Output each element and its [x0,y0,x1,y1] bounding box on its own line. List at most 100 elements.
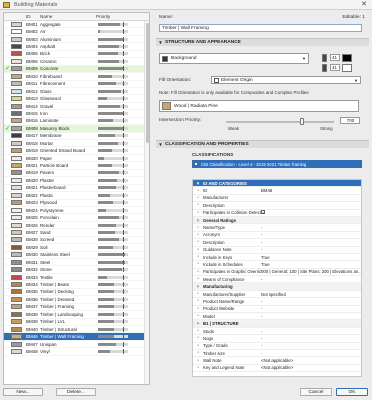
new-button[interactable]: New... [3,388,43,396]
material-row[interactable]: ✓ BM46 Timber | Wall Framing [4,333,149,341]
property-row[interactable]: ⚬ Wall Note <Not applicable> [193,357,361,365]
material-row[interactable]: BM26 Render [4,222,149,230]
material-row[interactable]: BM48 Vinyl [4,348,149,356]
material-row[interactable]: BM20 Plaster [4,177,149,185]
background-fill-dropdown[interactable]: Background ▼ [159,53,309,64]
property-row[interactable]: ⚬ Participates in Graphic Overrid... 000 |… [193,269,361,277]
fill-pen-value-2[interactable]: 41 [330,64,340,71]
property-row[interactable]: ⚬ Manufacturer [193,195,361,203]
material-row[interactable]: BM39 Timber | LVL [4,319,149,326]
property-row[interactable]: ⚬ Description [193,202,361,210]
material-row[interactable]: ✓ BM08 Masonry Block [4,125,149,133]
property-row[interactable]: ⚬ Nogs - [193,335,361,343]
classification-section-header[interactable]: ▼ CLASSIFICATION AND PROPERTIES [156,140,369,148]
material-row[interactable]: BM19 Pavers [4,170,149,178]
property-row[interactable]: ⚬ ID BM46 [193,187,361,195]
material-row[interactable]: BM14 Gravel [4,103,149,111]
material-row[interactable]: BM32 Stone [4,266,149,274]
close-icon[interactable]: ✕ [358,1,370,9]
priority-value-field[interactable]: 700 [340,117,360,124]
property-row[interactable]: ⚬ Product Website - [193,306,361,314]
material-row[interactable]: BM10 Fibreboard [4,73,149,81]
property-row[interactable]: ⚬ Product Name/Range - [193,298,361,306]
structure-section-header[interactable]: ▼ STRUCTURE AND APPEARANCE [156,38,369,46]
list-scrollbar[interactable] [144,21,149,384]
material-row[interactable]: BM30 Stainless Steel [4,252,149,259]
material-row[interactable]: BM47 Unispan [4,341,149,349]
fill-background-swatch[interactable] [342,64,352,72]
material-row[interactable]: BM04 Asphalt [4,43,149,51]
material-row[interactable]: BM16 Laminate [4,118,149,126]
property-row[interactable]: ⚬ Include in Schedules True [193,261,361,269]
material-row[interactable]: BM03 Aluminium [4,36,149,44]
fill-foreground-swatch[interactable] [342,54,352,62]
delete-button[interactable]: Delete... [56,388,96,396]
material-row[interactable]: BM36 Timber | Dressed [4,296,149,304]
material-row[interactable]: BM17 Membrane [4,133,149,140]
material-row[interactable]: BM18 Mortar [4,140,149,148]
material-row[interactable]: BM33 Textile [4,274,149,282]
material-row[interactable]: BM29 Soil [4,244,149,252]
priority-slider-track[interactable] [226,121,334,123]
property-group-row[interactable]: ▼ Manufacturing [193,283,361,291]
property-row[interactable]: ⚬ Include in Keys True [193,254,361,262]
list-scrollbar-thumb[interactable] [146,23,149,143]
material-row[interactable]: BM28 Screed [4,237,149,245]
material-row[interactable]: BM22 Plastic [4,192,149,200]
fill-pen-value-1[interactable]: 41 [330,54,340,61]
material-row[interactable]: BM23 Plywood [4,200,149,207]
priority-slider-knob[interactable] [299,118,304,125]
material-row[interactable]: BM34 Timber | Beam [4,281,149,289]
name-input[interactable]: Timber | Wall Framing [159,24,362,32]
column-header-id[interactable]: ID [26,14,40,19]
material-row[interactable]: BM27 Sand [4,229,149,237]
property-row[interactable]: ⚬ Key and Legend Note <Not applicable> [193,365,361,373]
material-row[interactable]: BM13 Glasswool [4,95,149,103]
material-row[interactable]: BM12 Glass [4,88,149,96]
property-row[interactable]: ⚬ Acronym - [193,232,361,240]
property-row[interactable]: ⚬ Model - [193,313,361,321]
properties-group-header[interactable]: ▼ ID AND CATEGORIES [193,180,361,188]
cancel-button[interactable]: Cancel [300,388,332,396]
fill-orientation-dropdown[interactable]: Element Origin ▼ [211,76,361,84]
property-checkbox[interactable]: ✓ [261,210,265,215]
material-row[interactable]: BM02 Air [4,28,149,36]
material-row[interactable]: BM24 Polystyrene [4,207,149,215]
property-row[interactable]: ⚬ Participates in Collision Detect... ✓ [193,210,361,217]
pen-color-icon-2[interactable] [322,64,327,72]
material-row[interactable]: BM06 Ceramic [4,58,149,66]
property-group-row[interactable]: ▼ B1 | STRUCTURE [193,320,361,328]
column-header-name[interactable]: Name [40,14,96,19]
property-row[interactable]: ⚬ Type / Grade - [193,343,361,350]
material-row[interactable]: BM40 Timber | Structural [4,326,149,334]
property-row[interactable]: ⚬ Timber size - [193,350,361,358]
material-row[interactable]: BM21 Plasterboard [4,185,149,193]
material-row[interactable]: BM31 Steel [4,259,149,267]
material-row[interactable]: BM25 Porcelain [4,214,149,222]
column-header-priority[interactable]: Priority [96,14,126,19]
material-row[interactable]: BM20 Paper [4,155,149,163]
surface-dropdown[interactable]: Wood | Radiata Pine [159,100,359,112]
property-row[interactable]: ⚬ Description - [193,239,361,247]
material-row[interactable]: BM38 Timber | Landscaping [4,311,149,319]
property-row[interactable]: ⚬ Studs - [193,328,361,336]
material-row[interactable]: BM35 Timber | Decking [4,289,149,297]
property-group-row[interactable]: ▼ General Ratings [193,216,361,225]
material-row[interactable]: ✓ BM09 Concrete [4,65,149,74]
material-row[interactable]: BM11 Fibrecement [4,81,149,88]
classification-checkbox[interactable]: ✓ [194,162,198,167]
property-row[interactable]: ⚬ Manufacturer/Supplier Not specified [193,291,361,299]
material-row[interactable]: BM21 Particle Board [4,162,149,170]
property-row[interactable]: ⚬ Guidance Note - [193,247,361,254]
material-row[interactable]: BM15 Iron [4,110,149,118]
material-list-panel: ID Name Priority BM01 Aggregate BM02 Air BM0… [3,12,150,385]
ok-button[interactable]: OK [336,388,368,396]
material-row[interactable]: BM37 Timber | Framing [4,304,149,312]
pen-color-icon[interactable] [322,54,327,62]
property-row[interactable]: ⚬ Means of Compliance - [193,276,361,284]
material-row[interactable]: BM01 Aggregate [4,21,149,29]
property-row[interactable]: ⚬ Name/Type - [193,224,361,232]
classification-row[interactable]: ✓ CBI Classification - Level 4 - 2019 20… [192,160,362,168]
material-row[interactable]: BM19 Oriented Strand Board [4,147,149,155]
material-row[interactable]: BM05 Brick [4,51,149,59]
